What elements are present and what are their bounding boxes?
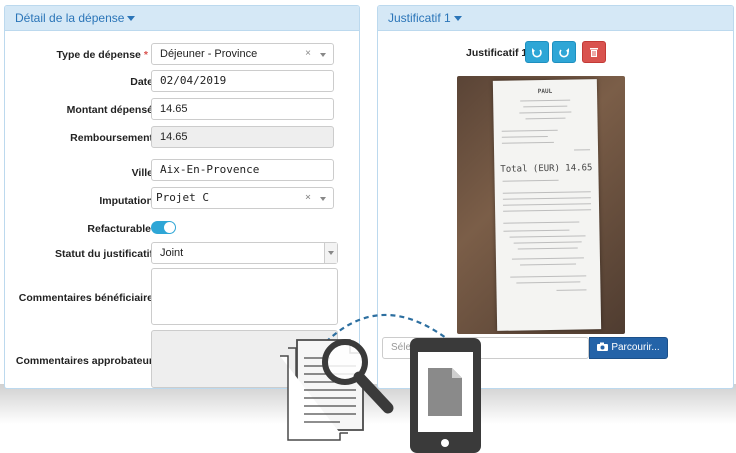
- montant-label: Montant dépensé: [66, 104, 153, 116]
- imputation-select[interactable]: Projet C ×: [151, 187, 334, 209]
- remboursement-label: Remboursement: [70, 132, 153, 144]
- montant-input[interactable]: 14.65: [151, 98, 334, 120]
- field-date: Date 02/04/2019: [5, 70, 359, 94]
- commentaires-approbateur-textarea: [151, 330, 338, 388]
- receipt-paper: PAUL Total (EUR) 14.65: [492, 79, 602, 331]
- file-path-placeholder: Séle: [391, 342, 412, 353]
- statut-select[interactable]: Joint: [151, 242, 338, 264]
- clear-icon[interactable]: ×: [305, 188, 311, 208]
- receipt-total-label: Total (EUR): [500, 163, 561, 175]
- delete-button[interactable]: [582, 41, 606, 63]
- receipt-photo: PAUL Total (EUR) 14.65: [457, 76, 625, 334]
- field-imputation: Imputation Projet C ×: [5, 187, 359, 211]
- receipt-total-value: 14.65: [565, 163, 593, 174]
- commentaires-beneficiaire-label: Commentaires bénéficiaire: [18, 292, 153, 304]
- caret-down-icon: [453, 16, 462, 22]
- commentaires-beneficiaire-textarea[interactable]: [151, 268, 338, 325]
- page-shadow: [0, 384, 736, 424]
- imputation-label: Imputation: [99, 195, 153, 207]
- rotate-right-button[interactable]: [552, 41, 576, 63]
- required-marker: *: [143, 49, 148, 61]
- select-arrow[interactable]: [324, 243, 337, 263]
- caret-down-icon: [127, 16, 136, 22]
- chevron-down-icon: [328, 251, 334, 255]
- refacturable-toggle[interactable]: [151, 221, 176, 234]
- field-commentaires-beneficiaire: Commentaires bénéficiaire: [5, 268, 359, 328]
- ville-label: Ville: [131, 167, 153, 179]
- statut-label: Statut du justificatif: [55, 248, 153, 260]
- statut-value: Joint: [160, 247, 184, 259]
- toggle-knob: [164, 222, 175, 233]
- ville-input[interactable]: Aix-En-Provence: [151, 159, 334, 181]
- field-remboursement: Remboursement 14.65: [5, 126, 359, 150]
- clear-icon[interactable]: ×: [305, 44, 311, 64]
- expense-type-select[interactable]: Déjeuner - Province ×: [151, 43, 334, 65]
- refacturable-label: Refacturable: [87, 223, 151, 235]
- chevron-down-icon: [320, 197, 326, 201]
- expense-detail-panel: Détail de la dépense Type de dépense * Dé…: [4, 5, 360, 389]
- field-refacturable: Refacturable: [5, 220, 359, 238]
- date-input[interactable]: 02/04/2019: [151, 70, 334, 92]
- expense-detail-header[interactable]: Détail de la dépense: [5, 6, 359, 31]
- commentaires-approbateur-label: Commentaires approbateur: [15, 355, 153, 367]
- field-ville: Ville Aix-En-Provence: [5, 159, 359, 183]
- trash-icon: [590, 48, 598, 57]
- field-statut: Statut du justificatif Joint: [5, 242, 359, 266]
- justificatif-panel: Justificatif 1 Justificatif 1 PAUL Total…: [377, 5, 734, 389]
- field-commentaires-approbateur: Commentaires approbateur: [5, 330, 359, 388]
- field-type: Type de dépense * Déjeuner - Province ×: [5, 43, 359, 67]
- browse-button[interactable]: Parcourir...: [589, 337, 668, 359]
- date-label: Date: [130, 76, 153, 88]
- rotate-right-icon: [559, 48, 569, 58]
- camera-icon: [597, 342, 609, 351]
- chevron-down-icon: [320, 53, 326, 57]
- rotate-left-button[interactable]: [525, 41, 549, 63]
- expense-type-value: Déjeuner - Province: [160, 48, 258, 60]
- justificatif-title: Justificatif 1: [388, 11, 451, 25]
- browse-label: Parcourir...: [611, 342, 660, 353]
- justificatif-header[interactable]: Justificatif 1: [378, 6, 733, 31]
- file-path-input[interactable]: Séle: [382, 337, 589, 359]
- receipt-header: PAUL: [537, 87, 553, 96]
- receipt-total: Total (EUR) 14.65: [500, 163, 592, 175]
- remboursement-readonly: 14.65: [151, 126, 334, 148]
- document-label: Justificatif 1: [466, 47, 528, 59]
- expense-detail-title: Détail de la dépense: [15, 11, 125, 25]
- field-montant: Montant dépensé 14.65: [5, 98, 359, 122]
- type-label: Type de dépense *: [56, 49, 148, 61]
- imputation-value: Projet C: [156, 191, 209, 204]
- rotate-left-icon: [532, 48, 542, 58]
